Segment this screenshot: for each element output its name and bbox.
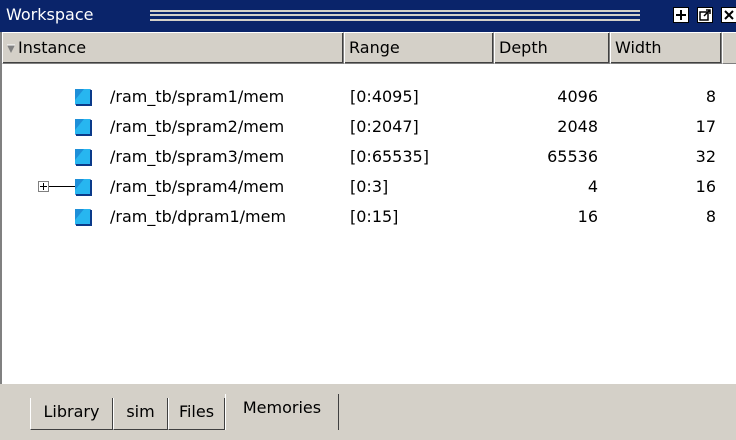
column-header-range-label: Range [349, 38, 400, 57]
expand-icon[interactable] [38, 181, 49, 192]
instance-cell: /ram_tb/spram2/mem [110, 117, 285, 136]
instance-cell: /ram_tb/spram3/mem [110, 147, 285, 166]
tab-files[interactable]: Files [168, 398, 225, 430]
title-bar[interactable]: Workspace [0, 0, 736, 32]
tab-library[interactable]: Library [30, 398, 113, 430]
memory-block-icon [75, 89, 92, 106]
range-cell: [0:3] [350, 177, 389, 196]
depth-cell: 65536 [547, 147, 598, 166]
column-header-width[interactable]: Width [610, 32, 722, 64]
sort-down-icon [7, 44, 15, 53]
table-row[interactable]: /ram_tb/spram3/mem [0:65535] 65536 32 [2, 142, 736, 172]
window-title: Workspace [6, 5, 94, 24]
width-cell: 32 [695, 147, 716, 166]
depth-cell: 16 [577, 207, 598, 226]
memories-list[interactable]: Instance Range Depth Width /ram_tb/spram… [0, 32, 736, 384]
column-header-range[interactable]: Range [344, 32, 494, 64]
width-cell: 8 [705, 87, 716, 106]
tree-connector-line [49, 186, 75, 187]
column-header-depth-label: Depth [499, 38, 548, 57]
table-row[interactable]: /ram_tb/spram4/mem [0:3] 4 16 [2, 172, 736, 202]
depth-cell: 2048 [557, 117, 598, 136]
tab-sim[interactable]: sim [113, 398, 168, 430]
tab-label: Library [43, 402, 100, 421]
column-header-instance-label: Instance [18, 38, 87, 57]
range-cell: [0:65535] [350, 147, 429, 166]
memory-block-icon [75, 119, 92, 136]
instance-cell: /ram_tb/spram4/mem [110, 177, 285, 196]
workspace-window: Workspace Instance Range Depth Width /ra… [0, 0, 736, 440]
close-icon[interactable] [721, 7, 736, 23]
depth-cell: 4096 [557, 87, 598, 106]
table-row[interactable]: /ram_tb/dpram1/mem [0:15] 16 8 [2, 202, 736, 232]
column-header-instance[interactable]: Instance [2, 32, 344, 64]
tab-bar: Library sim Files Memories [0, 384, 736, 440]
title-bar-grip[interactable] [150, 10, 640, 21]
undock-icon[interactable] [697, 7, 713, 23]
column-header: Instance Range Depth Width [2, 32, 736, 64]
range-cell: [0:4095] [350, 87, 419, 106]
instance-cell: /ram_tb/dpram1/mem [110, 207, 287, 226]
memory-block-icon [75, 179, 92, 196]
column-header-depth[interactable]: Depth [494, 32, 610, 64]
width-cell: 8 [705, 207, 716, 226]
range-cell: [0:2047] [350, 117, 419, 136]
tab-memories[interactable]: Memories [225, 394, 339, 430]
column-header-width-label: Width [615, 38, 662, 57]
table-row[interactable]: /ram_tb/spram1/mem [0:4095] 4096 8 [2, 82, 736, 112]
column-header-filler [722, 32, 736, 64]
tab-label: Files [178, 402, 215, 421]
tab-label: sim [126, 402, 155, 421]
range-cell: [0:15] [350, 207, 399, 226]
tab-label: Memories [242, 398, 322, 417]
memory-block-icon [75, 209, 92, 226]
width-cell: 17 [695, 117, 716, 136]
depth-cell: 4 [587, 177, 598, 196]
instance-cell: /ram_tb/spram1/mem [110, 87, 285, 106]
width-cell: 16 [695, 177, 716, 196]
table-row[interactable]: /ram_tb/spram2/mem [0:2047] 2048 17 [2, 112, 736, 142]
add-icon[interactable] [673, 7, 689, 23]
memory-block-icon [75, 149, 92, 166]
